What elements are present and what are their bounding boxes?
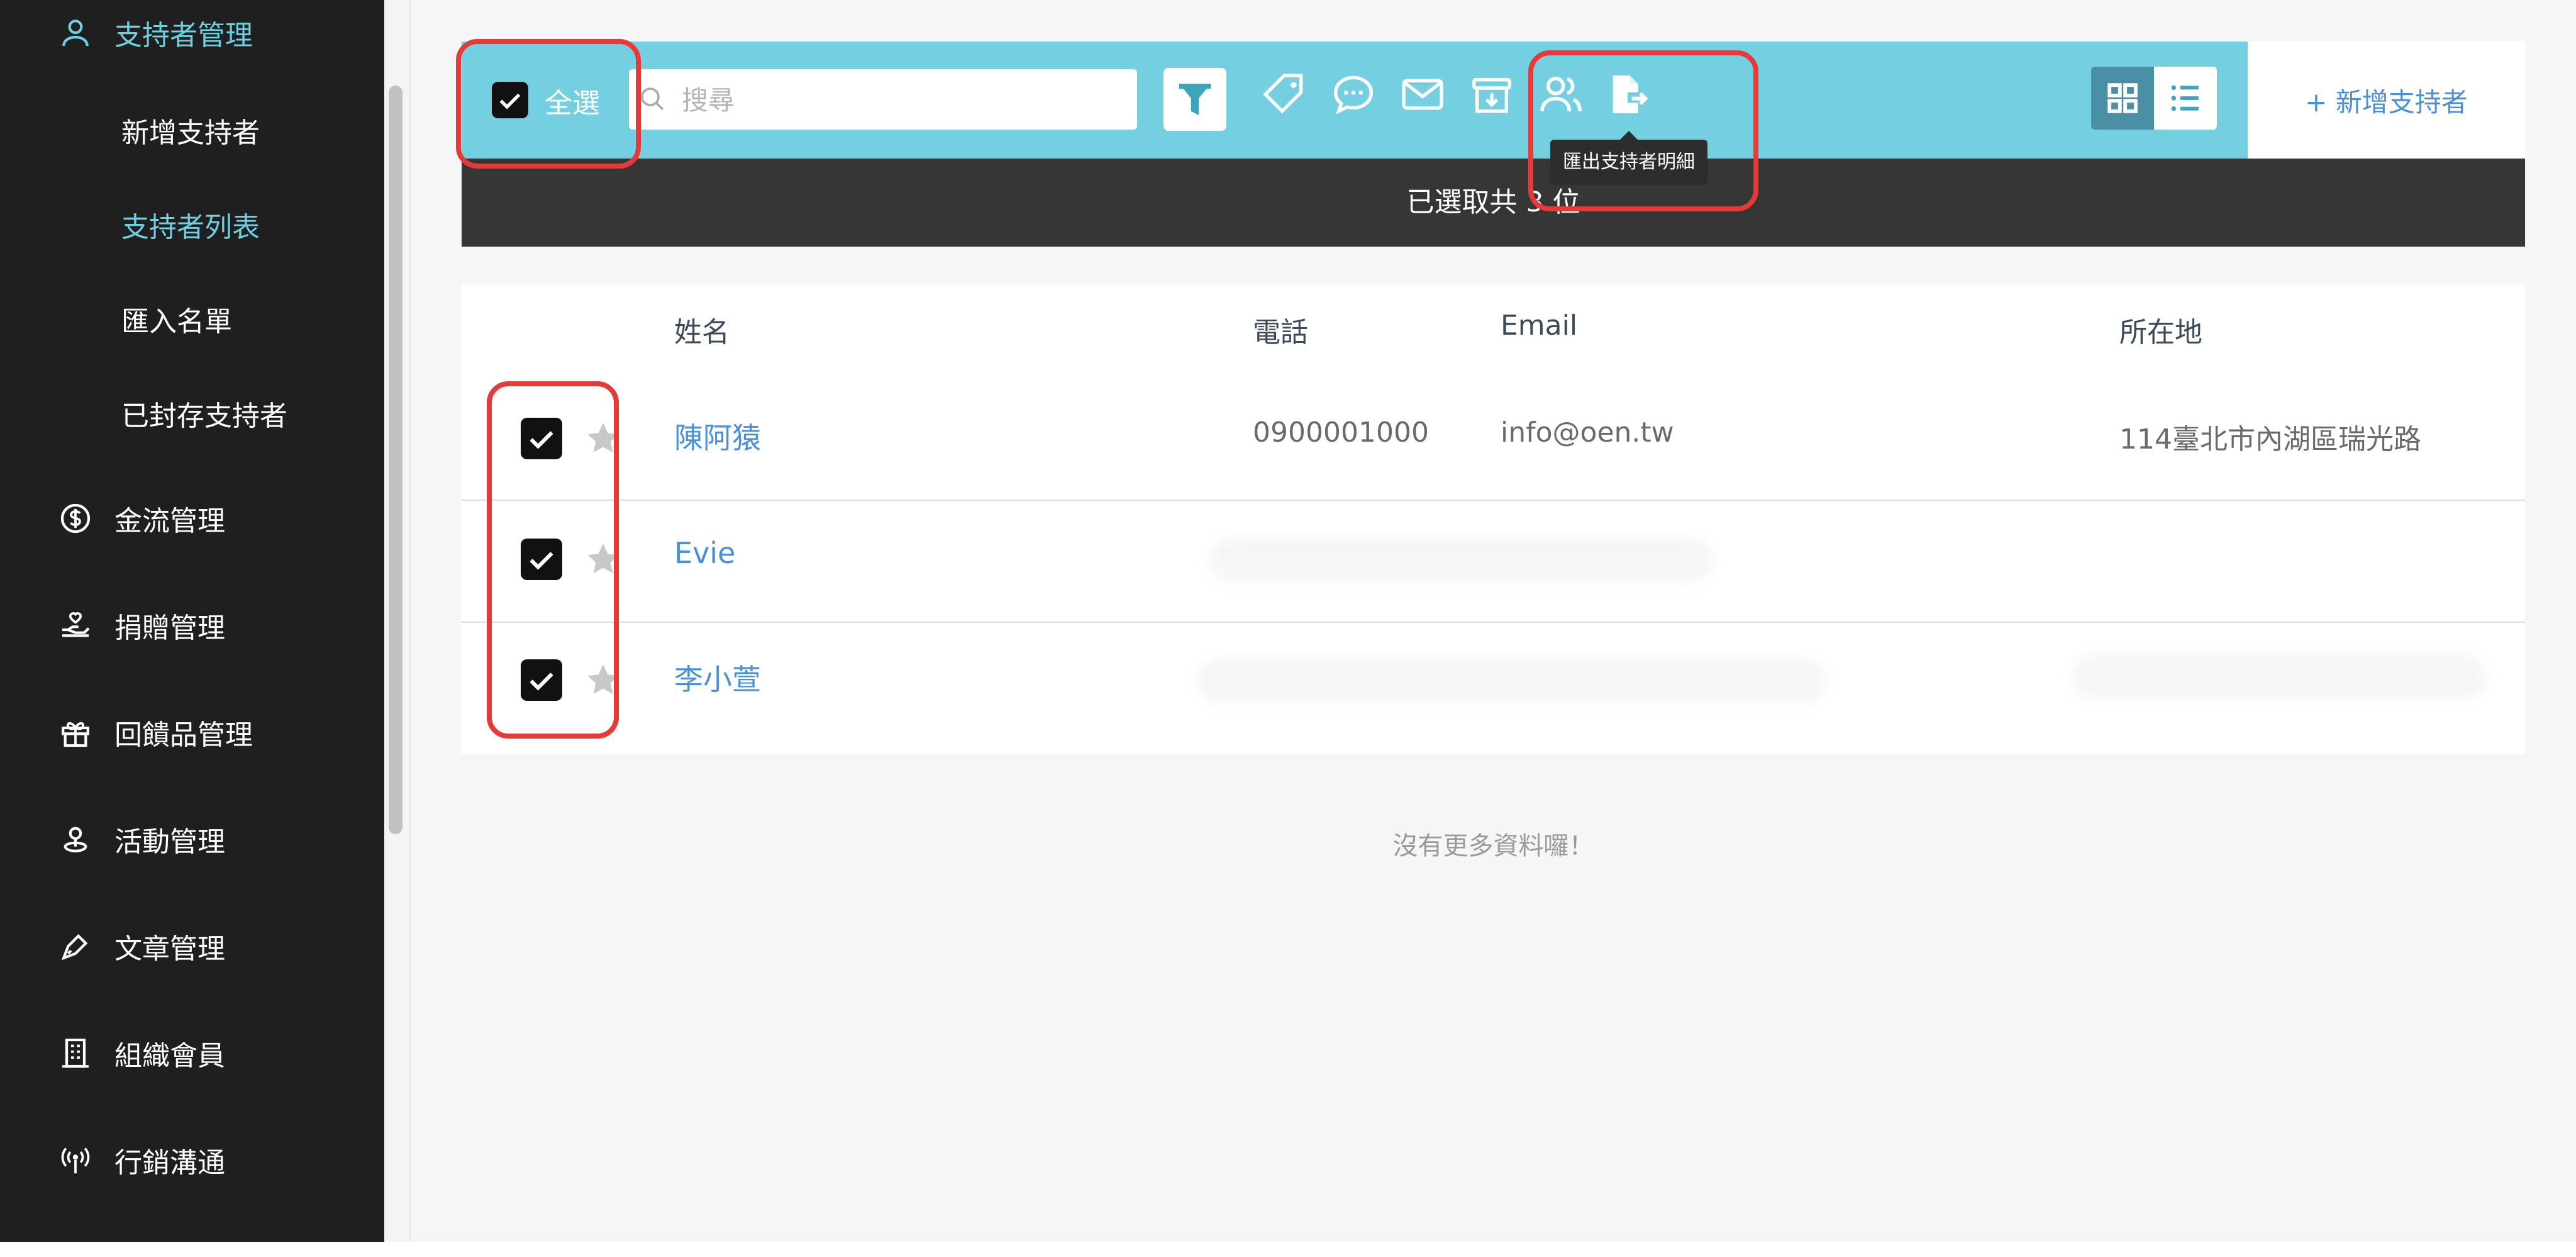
- selection-count-bar: 已選取共 3 位: [462, 159, 2525, 247]
- header-name[interactable]: 姓名: [674, 310, 730, 350]
- redacted-contact: [1210, 537, 1713, 583]
- redacted-contact: [1197, 658, 1826, 703]
- sidebar-item-label: 組織會員: [114, 1040, 225, 1072]
- search-input[interactable]: [680, 69, 1123, 131]
- search-box: [629, 69, 1137, 131]
- header-location[interactable]: 所在地: [2119, 310, 2202, 350]
- select-all-checkbox[interactable]: [492, 82, 528, 118]
- table-row[interactable]: Evie: [462, 500, 2525, 623]
- sidebar-item-members[interactable]: 組織會員: [0, 1028, 365, 1078]
- sidebar-item-events[interactable]: 活動管理: [0, 814, 365, 864]
- tag-icon[interactable]: [1259, 69, 1309, 120]
- tooltip-arrow: [1620, 131, 1638, 140]
- sidebar-item-supporters[interactable]: 支持者管理: [0, 8, 365, 58]
- sidebar-item-label: 行銷溝通: [114, 1147, 225, 1179]
- sidebar-item-label: 回饋品管理: [114, 719, 253, 751]
- checkmark-icon: [499, 93, 521, 109]
- redacted-location: [2072, 654, 2487, 700]
- row-checkbox[interactable]: [521, 539, 562, 580]
- chat-icon[interactable]: [1328, 69, 1379, 120]
- row-checkbox[interactable]: [521, 659, 562, 701]
- grid-view-button[interactable]: [2091, 67, 2154, 130]
- filter-icon: [1179, 84, 1211, 115]
- sidebar-item-label: 文章管理: [114, 933, 225, 965]
- header-phone[interactable]: 電話: [1253, 310, 1308, 350]
- filter-button[interactable]: [1163, 68, 1226, 131]
- location-pin-icon: [64, 827, 87, 852]
- header-email[interactable]: Email: [1501, 310, 1577, 342]
- row-checkbox[interactable]: [521, 418, 562, 459]
- user-icon: [62, 20, 89, 47]
- row-location: 114臺北市內湖區瑞光路: [2119, 423, 2421, 455]
- sidebar-subitem-import-list[interactable]: 匯入名單: [121, 297, 232, 347]
- table-row[interactable]: 李小萱: [462, 622, 2525, 744]
- sidebar-item-rewards[interactable]: 回饋品管理: [0, 707, 365, 757]
- checkmark-icon: [530, 431, 553, 449]
- sidebar-item-marketing[interactable]: 行銷溝通: [0, 1135, 365, 1185]
- list-view-icon: [2171, 85, 2199, 111]
- donation-hand-icon: [62, 612, 90, 637]
- row-name[interactable]: Evie: [674, 536, 735, 570]
- supporter-table: 姓名 電話 Email 所在地 陳阿猿 0900001000 info@oen.…: [462, 284, 2525, 754]
- pen-icon: [61, 934, 88, 961]
- sidebar-subitem-supporter-list[interactable]: 支持者列表: [121, 203, 260, 253]
- star-icon[interactable]: [582, 659, 624, 701]
- sidebar-subitem-add-supporter[interactable]: 新增支持者: [121, 108, 260, 159]
- users-icon[interactable]: [1536, 69, 1586, 120]
- row-email: info@oen.tw: [1501, 416, 1674, 449]
- search-icon: [641, 87, 664, 111]
- sidebar-item-donations[interactable]: 捐贈管理: [0, 600, 365, 651]
- grid-view-icon: [2107, 83, 2138, 113]
- sidebar-item-payments[interactable]: 金流管理: [0, 493, 365, 544]
- checkmark-icon: [530, 552, 553, 570]
- sidebar-subitem-archived-supporters[interactable]: 已封存支持者: [121, 391, 287, 442]
- export-tooltip: 匯出支持者明細: [1550, 140, 1707, 185]
- table-row[interactable]: 陳阿猿 0900001000 info@oen.tw 114臺北市內湖區瑞光路: [462, 377, 2525, 501]
- row-phone: 0900001000: [1253, 416, 1429, 449]
- sidebar-item-label: 活動管理: [114, 826, 225, 858]
- sidebar-item-label: 捐贈管理: [114, 612, 225, 644]
- export-file-icon[interactable]: [1602, 69, 1653, 120]
- checkmark-icon: [530, 673, 553, 691]
- building-icon: [62, 1038, 89, 1068]
- mail-icon[interactable]: [1397, 69, 1448, 120]
- star-icon[interactable]: [582, 539, 624, 580]
- row-name[interactable]: 李小萱: [674, 657, 761, 698]
- gift-icon: [62, 722, 89, 747]
- archive-icon[interactable]: [1467, 69, 1517, 120]
- list-view-button[interactable]: [2154, 67, 2217, 130]
- sidebar: 支持者管理 新增支持者 支持者列表 匯入名單 已封存支持者 金流管理 捐贈管理 …: [0, 0, 384, 1242]
- dollar-circle-icon: [60, 503, 91, 534]
- star-icon[interactable]: [582, 418, 624, 459]
- select-all-label[interactable]: 全選: [545, 81, 600, 121]
- sidebar-scrollbar-thumb[interactable]: [389, 86, 402, 834]
- sidebar-item-label: 金流管理: [114, 505, 225, 537]
- no-more-data-text: 沒有更多資料囉！: [1392, 832, 1594, 861]
- sidebar-item-articles[interactable]: 文章管理: [0, 921, 365, 971]
- sidebar-item-label: 支持者管理: [114, 20, 253, 52]
- broadcast-icon: [61, 1148, 90, 1173]
- add-supporter-button[interactable]: + 新增支持者: [2248, 42, 2525, 159]
- row-name[interactable]: 陳阿猿: [674, 415, 761, 457]
